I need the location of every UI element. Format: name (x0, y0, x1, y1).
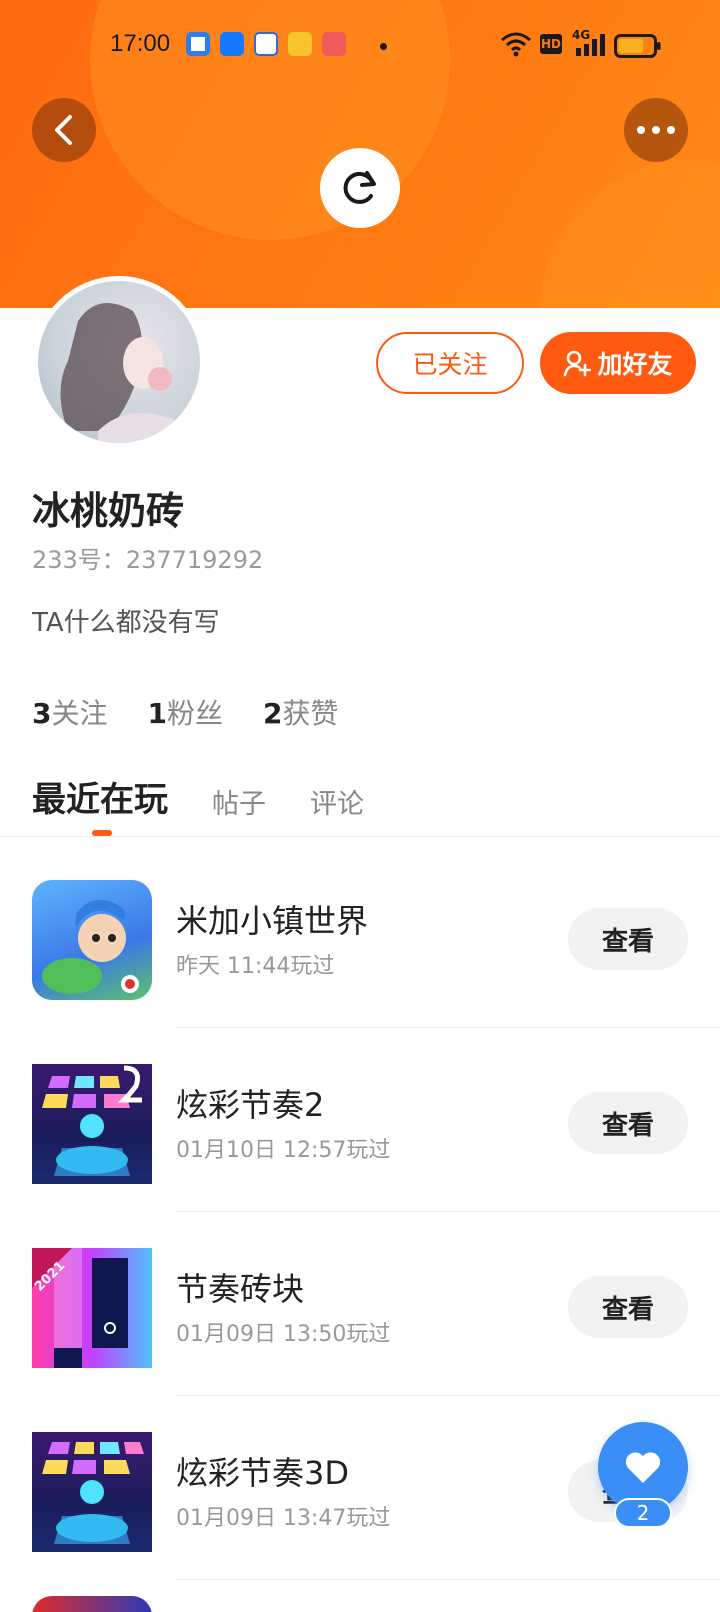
tab-posts[interactable]: 帖子 (212, 782, 266, 821)
notification-app-icon (186, 32, 210, 56)
game-played-time: 昨天 11:44玩过 (176, 954, 335, 979)
battery-icon (614, 34, 661, 58)
profile-name: 冰桃奶砖 (32, 489, 185, 533)
game-list-item[interactable]: 炫彩节奏2 01月10日 12:57玩过 查看 (0, 1028, 720, 1212)
heart-icon (625, 1452, 661, 1483)
row-divider (176, 1579, 720, 1580)
game-icon-rhythm-tiles: 2021 (32, 1248, 152, 1368)
stat-fans[interactable]: 1粉丝 (148, 692, 224, 732)
likes-count: 2 (263, 697, 283, 730)
more-dots-icon (637, 126, 675, 134)
chevron-left-icon (55, 115, 72, 145)
game-list-item[interactable]: 2021 节奏砖块 01月09日 13:50玩过 查看 (0, 1212, 720, 1396)
game-played-time: 01月09日 13:50玩过 (176, 1322, 391, 1347)
back-button[interactable] (32, 98, 96, 162)
tab-comments[interactable]: 评论 (310, 782, 364, 821)
followed-button[interactable]: 已关注 (376, 332, 524, 394)
hd-icon: HD (540, 34, 562, 54)
game-icon-dancing-tiles-2 (32, 1064, 152, 1184)
status-time: 17:00 (110, 30, 171, 57)
avatar[interactable] (33, 276, 205, 448)
game-icon-miga-town (32, 880, 152, 1000)
add-friend-label: 加好友 (597, 350, 673, 379)
game-name: 炫彩节奏2 (176, 1086, 325, 1124)
signal-icon (576, 34, 605, 56)
view-game-button[interactable]: 查看 (568, 1276, 688, 1338)
likes-label: 获赞 (282, 697, 339, 730)
game-icon-dancing-tiles-3d (32, 1432, 152, 1552)
fans-label: 粉丝 (166, 697, 223, 730)
refresh-icon (343, 171, 376, 204)
game-name: 炫彩节奏3D (176, 1454, 350, 1492)
game-name: 米加小镇世界 (176, 902, 369, 940)
game-list-item[interactable]: 米加小镇世界 昨天 11:44玩过 查看 (0, 844, 720, 1028)
baidu-icon (254, 32, 278, 56)
alipay-icon (220, 32, 244, 56)
more-button[interactable] (624, 98, 688, 162)
game-played-time: 01月09日 13:47玩过 (176, 1506, 391, 1531)
status-bar: 17:00 HD 4G (0, 26, 720, 66)
refresh-background-button[interactable] (320, 148, 400, 228)
profile-tabs: 最近在玩 帖子 评论 (32, 772, 364, 821)
game-played-time: 01月10日 12:57玩过 (176, 1138, 391, 1163)
profile-stats: 3关注 1粉丝 2获赞 (32, 692, 339, 732)
header-decoration (540, 160, 720, 308)
wifi-icon (501, 32, 531, 57)
view-game-button[interactable]: 查看 (568, 1092, 688, 1154)
profile-bio: TA什么都没有写 (32, 608, 220, 638)
game-name: 节奏砖块 (176, 1270, 305, 1308)
add-friend-button[interactable]: 加好友 (540, 332, 696, 394)
tab-recently-played[interactable]: 最近在玩 (32, 772, 168, 821)
tabs-divider (0, 836, 720, 837)
add-user-icon (564, 350, 592, 377)
stat-following[interactable]: 3关注 (32, 692, 108, 732)
game-icon-partial (32, 1596, 152, 1612)
like-count-badge: 2 (614, 1498, 672, 1528)
notification-app-icon (288, 32, 312, 56)
fans-count: 1 (147, 697, 167, 730)
view-game-button[interactable]: 查看 (568, 908, 688, 970)
following-count: 3 (32, 697, 52, 730)
music-app-icon (322, 32, 346, 56)
avatar-image (38, 281, 200, 443)
more-notifications-dot (380, 43, 387, 50)
following-label: 关注 (51, 697, 108, 730)
stat-likes: 2获赞 (263, 692, 339, 732)
profile-uid: 233号：237719292 (32, 546, 264, 574)
